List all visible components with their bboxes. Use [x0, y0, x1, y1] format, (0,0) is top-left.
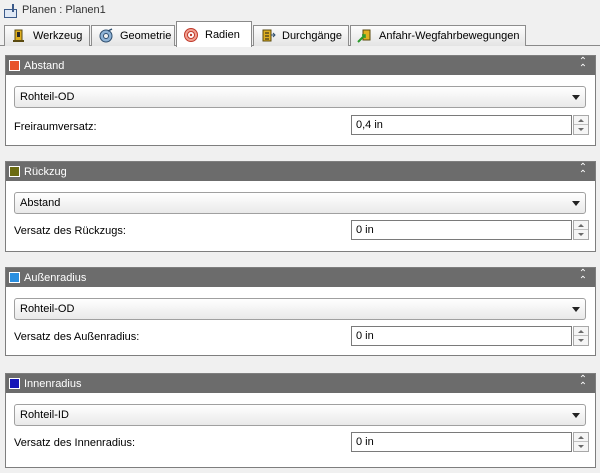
versatz-rueckzug-spinner[interactable]	[573, 220, 589, 240]
rueckzug-select[interactable]: Abstand	[14, 192, 586, 214]
tab-label: Radien	[205, 28, 240, 41]
collapse-icon[interactable]: ⌃ ⌃	[577, 375, 589, 392]
versatz-aussenradius-spinner[interactable]	[573, 326, 589, 346]
dropdown-arrow-icon[interactable]	[572, 413, 580, 418]
section-header[interactable]: Abstand ⌃ ⌃	[6, 56, 595, 75]
geometry-icon	[99, 28, 113, 43]
spinner-up-icon[interactable]	[574, 116, 588, 125]
collapse-icon[interactable]: ⌃ ⌃	[577, 163, 589, 180]
innenradius-select[interactable]: Rohteil-ID	[14, 404, 586, 426]
tab-label: Werkzeug	[33, 30, 83, 42]
tab-label: Geometrie	[120, 30, 172, 42]
window-icon	[3, 3, 17, 18]
field-label: Versatz des Rückzugs:	[14, 225, 126, 237]
tab-anfahr-wegfahrbewegungen[interactable]: Anfahr-Wegfahrbewegungen	[350, 25, 526, 46]
select-value: Rohteil-OD	[20, 91, 75, 103]
spinner-down-icon[interactable]	[574, 442, 588, 451]
color-swatch	[9, 60, 20, 71]
dropdown-arrow-icon[interactable]	[572, 95, 580, 100]
aussenradius-select[interactable]: Rohteil-OD	[14, 298, 586, 320]
tab-geometrie[interactable]: Geometrie	[91, 25, 175, 46]
tab-content-radien: Abstand ⌃ ⌃ Rohteil-OD Freiraumversatz: 0…	[0, 46, 600, 473]
abstand-select[interactable]: Rohteil-OD	[14, 86, 586, 108]
input-value: 0 in	[356, 224, 374, 236]
input-value: 0,4 in	[356, 119, 383, 131]
freiraumversatz-input[interactable]: 0,4 in	[351, 115, 572, 135]
section-title: Abstand	[24, 59, 65, 72]
linking-icon	[357, 29, 371, 43]
versatz-innenradius-input[interactable]: 0 in	[351, 432, 572, 452]
tool-icon	[13, 29, 24, 42]
versatz-innenradius-spinner[interactable]	[573, 432, 589, 452]
section-title: Innenradius	[24, 377, 82, 390]
section-header[interactable]: Außenradius ⌃ ⌃	[6, 268, 595, 287]
section-title: Rückzug	[24, 165, 67, 178]
section-innenradius: Innenradius ⌃ ⌃ Rohteil-ID Versatz des In…	[5, 373, 596, 468]
freiraumversatz-spinner[interactable]	[573, 115, 589, 135]
spinner-up-icon[interactable]	[574, 327, 588, 336]
tab-radien[interactable]: Radien	[176, 21, 252, 47]
spinner-down-icon[interactable]	[574, 336, 588, 345]
tab-bar: Werkzeug Geometrie Radien Durchgänge Anf…	[0, 20, 600, 47]
select-value: Rohteil-OD	[20, 303, 75, 315]
color-swatch	[9, 166, 20, 177]
field-label: Versatz des Innenradius:	[14, 437, 136, 449]
passes-icon	[262, 29, 276, 42]
tab-durchgaenge[interactable]: Durchgänge	[253, 25, 349, 46]
tab-label: Durchgänge	[282, 30, 342, 42]
input-value: 0 in	[356, 436, 374, 448]
section-header[interactable]: Innenradius ⌃ ⌃	[6, 374, 595, 393]
radii-icon	[184, 27, 198, 42]
input-value: 0 in	[356, 330, 374, 342]
collapse-icon[interactable]: ⌃ ⌃	[577, 57, 589, 74]
dropdown-arrow-icon[interactable]	[572, 307, 580, 312]
window-titlebar: Planen : Planen1	[0, 0, 600, 20]
collapse-icon[interactable]: ⌃ ⌃	[577, 269, 589, 286]
spinner-down-icon[interactable]	[574, 230, 588, 239]
color-swatch	[9, 272, 20, 283]
tab-label: Anfahr-Wegfahrbewegungen	[379, 30, 520, 42]
field-label: Freiraumversatz:	[14, 121, 97, 133]
select-value: Rohteil-ID	[20, 409, 69, 421]
spinner-up-icon[interactable]	[574, 433, 588, 442]
spinner-down-icon[interactable]	[574, 125, 588, 134]
section-abstand: Abstand ⌃ ⌃ Rohteil-OD Freiraumversatz: 0…	[5, 55, 596, 146]
select-value: Abstand	[20, 197, 61, 209]
color-swatch	[9, 378, 20, 389]
versatz-aussenradius-input[interactable]: 0 in	[351, 326, 572, 346]
section-header[interactable]: Rückzug ⌃ ⌃	[6, 162, 595, 181]
spinner-up-icon[interactable]	[574, 221, 588, 230]
dropdown-arrow-icon[interactable]	[572, 201, 580, 206]
window-title: Planen : Planen1	[22, 4, 106, 16]
tab-werkzeug[interactable]: Werkzeug	[4, 25, 90, 46]
versatz-rueckzug-input[interactable]: 0 in	[351, 220, 572, 240]
section-aussenradius: Außenradius ⌃ ⌃ Rohteil-OD Versatz des Au…	[5, 267, 596, 356]
field-label: Versatz des Außenradius:	[14, 331, 140, 343]
section-rueckzug: Rückzug ⌃ ⌃ Abstand Versatz des Rückzugs:…	[5, 161, 596, 252]
section-title: Außenradius	[24, 271, 87, 284]
